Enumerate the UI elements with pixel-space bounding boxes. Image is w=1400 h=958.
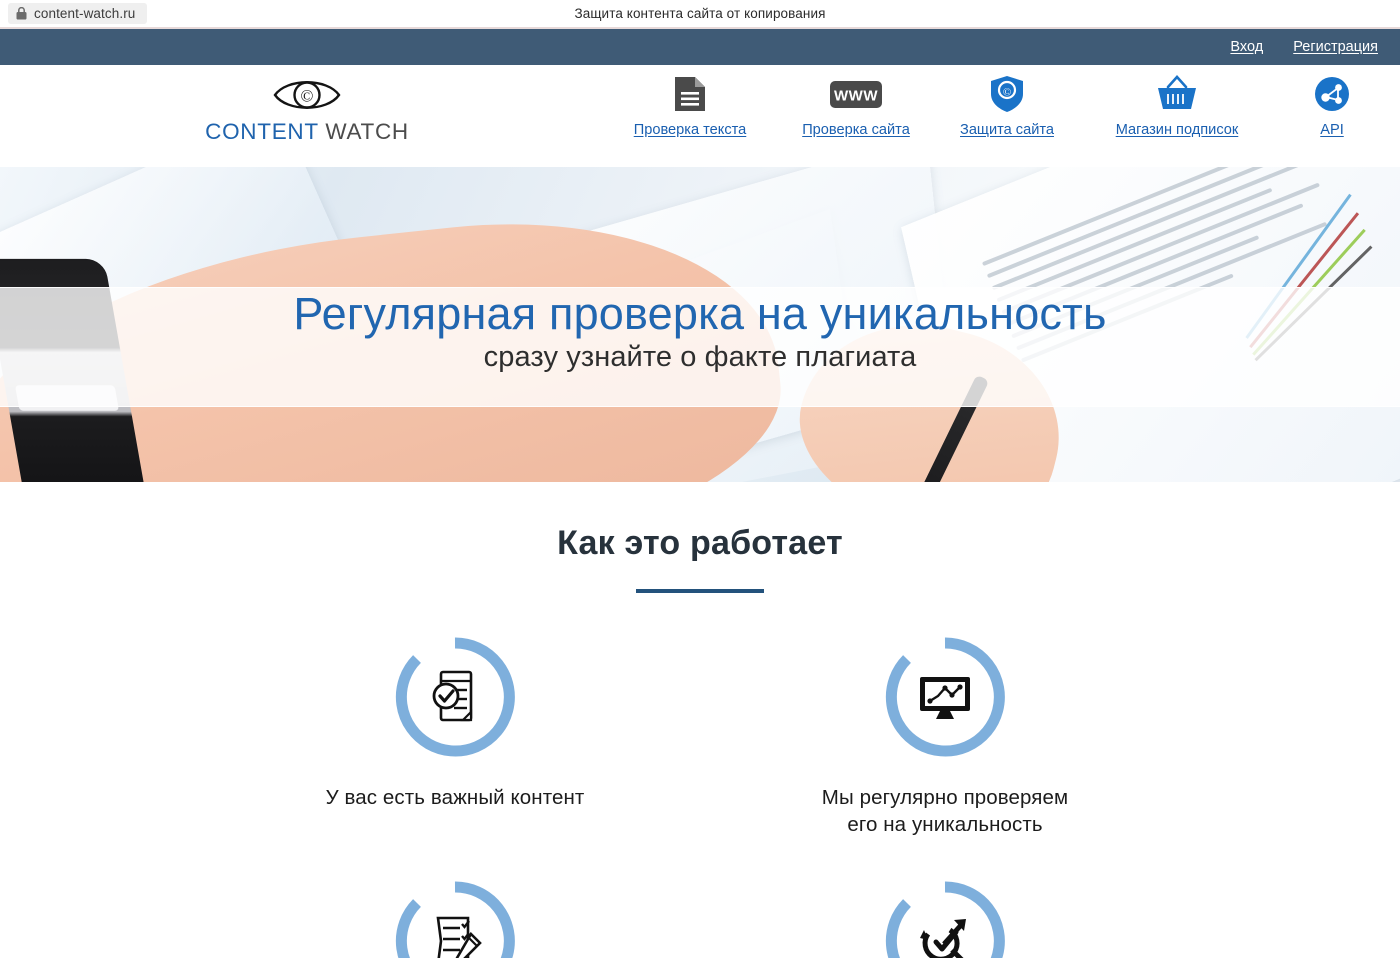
step-item: У вас есть важный контент bbox=[210, 633, 700, 839]
browser-chrome-bar: content-watch.ru Защита контента сайта о… bbox=[0, 0, 1400, 27]
nav-label: API bbox=[1320, 122, 1344, 138]
section-heading: Как это работает bbox=[557, 524, 843, 562]
logo-wordmark: CONTENT WATCH bbox=[205, 119, 409, 145]
network-nodes-icon bbox=[1314, 75, 1350, 113]
register-link[interactable]: Регистрация bbox=[1293, 39, 1378, 55]
document-check-icon bbox=[432, 670, 473, 722]
nav-label: Магазин подписок bbox=[1115, 122, 1239, 138]
logo-word-content: CONTENT bbox=[205, 119, 319, 144]
document-lines-icon bbox=[673, 75, 707, 113]
site-header: © CONTENT WATCH Проверка текста WWW Пров… bbox=[0, 65, 1400, 167]
hero-banner: Регулярная проверка на уникальность сраз… bbox=[0, 167, 1400, 482]
step-ring bbox=[881, 633, 1009, 761]
svg-text:©: © bbox=[301, 87, 314, 106]
logo-word-watch: WATCH bbox=[318, 119, 409, 144]
hero-text-block: Регулярная проверка на уникальность сраз… bbox=[0, 288, 1400, 374]
lock-icon bbox=[16, 7, 27, 20]
address-bar[interactable]: content-watch.ru bbox=[8, 3, 148, 24]
top-utility-bar: Вход Регистрация bbox=[0, 29, 1400, 65]
nav-item-text-check[interactable]: Проверка текста bbox=[600, 75, 780, 138]
monitor-chart-icon bbox=[920, 677, 970, 719]
target-arrow-check-icon bbox=[920, 918, 966, 958]
main-navigation: Проверка текста WWW Проверка сайта © Защ… bbox=[600, 75, 1400, 138]
site-logo[interactable]: © CONTENT WATCH bbox=[205, 73, 409, 145]
step-ring bbox=[391, 877, 519, 958]
step-item: Мы регулярно проверяем его на уникальнос… bbox=[700, 633, 1190, 839]
nav-item-api[interactable]: API bbox=[1272, 75, 1392, 138]
step-label: Мы регулярно проверяем его на уникальнос… bbox=[821, 786, 1069, 837]
hero-title: Регулярная проверка на уникальность bbox=[293, 288, 1107, 339]
nav-label: Защита сайта bbox=[960, 122, 1054, 138]
svg-text:WWW: WWW bbox=[834, 88, 878, 105]
step-label: У вас есть важный контент bbox=[325, 786, 585, 809]
svg-text:©: © bbox=[1003, 87, 1011, 99]
hero-subtitle: сразу узнайте о факте плагиата bbox=[483, 341, 917, 374]
step-item bbox=[210, 877, 700, 958]
step-item bbox=[700, 877, 1190, 958]
page-caption: Защита контента сайта от копирования bbox=[574, 6, 826, 21]
step-ring bbox=[881, 877, 1009, 958]
nav-item-site-protection[interactable]: © Защита сайта bbox=[932, 75, 1082, 138]
shopping-basket-icon bbox=[1156, 75, 1198, 113]
nav-label: Проверка сайта bbox=[802, 122, 910, 138]
shield-copyright-icon: © bbox=[990, 75, 1024, 113]
nav-label: Проверка текста bbox=[633, 122, 747, 138]
how-it-works-section: Как это работает У вас есть важный конте… bbox=[0, 482, 1400, 958]
eye-copyright-icon: © bbox=[273, 73, 341, 117]
login-link[interactable]: Вход bbox=[1230, 39, 1263, 55]
heading-underline bbox=[636, 589, 764, 593]
step-ring bbox=[391, 633, 519, 761]
url-text: content-watch.ru bbox=[34, 6, 136, 21]
nav-item-subscription-store[interactable]: Магазин подписок bbox=[1082, 75, 1272, 138]
checklist-pencil-icon bbox=[436, 916, 482, 958]
steps-grid: У вас есть важный контент Мы регулярно п… bbox=[0, 633, 1400, 958]
nav-item-site-check[interactable]: WWW Проверка сайта bbox=[780, 75, 932, 138]
www-box-icon: WWW bbox=[829, 75, 883, 113]
